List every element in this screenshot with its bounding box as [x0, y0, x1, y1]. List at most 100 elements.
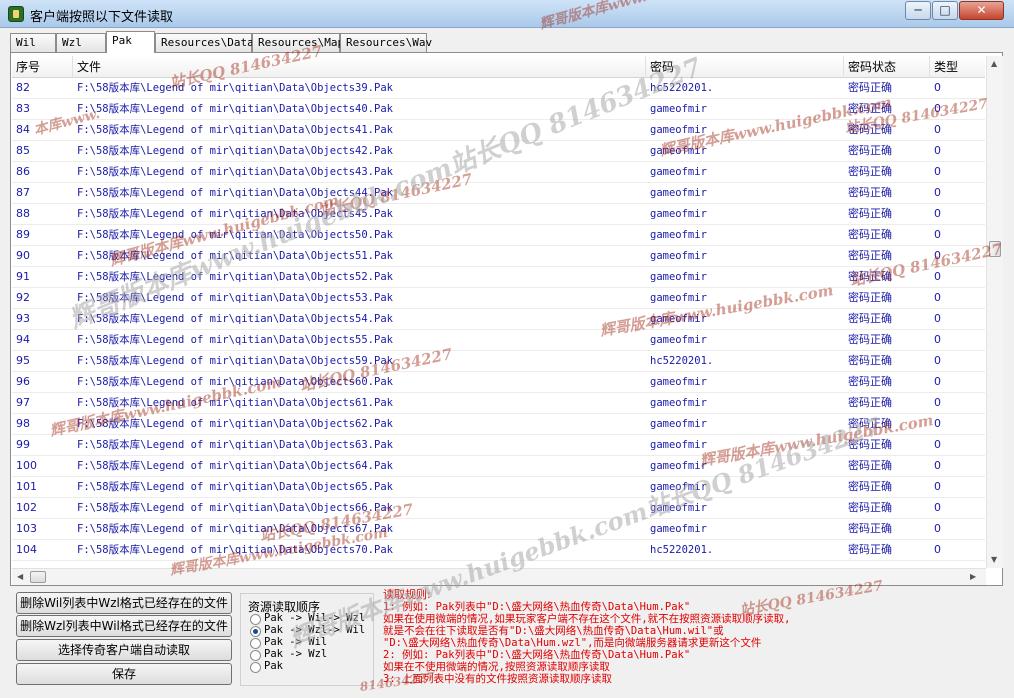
column-header-file[interactable]: 文件 — [73, 56, 646, 78]
table-row[interactable]: 83 F:\58版本库\Legend of mir\qitian\Data\Obj… — [12, 99, 985, 120]
cell-file: F:\58版本库\Legend of mir\qitian\Data\Objec… — [77, 124, 393, 136]
cell-password: gameofmir — [650, 229, 707, 241]
scroll-left-arrow-icon[interactable]: ◀ — [17, 573, 23, 581]
tab-resources-wav[interactable]: Resources\Wav — [340, 33, 432, 52]
table-row[interactable]: 97 F:\58版本库\Legend of mir\qitian\Data\Obj… — [12, 393, 985, 414]
radio-button[interactable] — [250, 662, 261, 673]
table-row[interactable]: 102 F:\58版本库\Legend of mir\qitian\Data\Ob… — [12, 498, 985, 519]
cell-index: 87 — [16, 186, 30, 199]
column-header-index[interactable]: 序号 — [12, 56, 73, 78]
cell-index: 95 — [16, 354, 30, 367]
table-row[interactable]: 85 F:\58版本库\Legend of mir\qitian\Data\Obj… — [12, 141, 985, 162]
table-row[interactable]: 101 F:\58版本库\Legend of mir\qitian\Data\Ob… — [12, 477, 985, 498]
rule-line: "D:\盛大网络\热血传奇\Data\Hum.wzl",而是向微端服务器请求更新… — [383, 637, 762, 649]
cell-password-status: 密码正确 — [848, 102, 892, 115]
cell-type: 0 — [934, 333, 941, 346]
cell-file: F:\58版本库\Legend of mir\qitian\Data\Objec… — [77, 460, 393, 472]
table-row[interactable]: 94 F:\58版本库\Legend of mir\qitian\Data\Obj… — [12, 330, 985, 351]
tab-wil[interactable]: Wil — [10, 33, 56, 52]
column-header-type[interactable]: 类型 — [930, 56, 985, 78]
cell-file: F:\58版本库\Legend of mir\qitian\Data\Objec… — [77, 103, 393, 115]
table-row[interactable]: 104 F:\58版本库\Legend of mir\qitian\Data\Ob… — [12, 540, 985, 561]
table-row[interactable]: 93 F:\58版本库\Legend of mir\qitian\Data\Obj… — [12, 309, 985, 330]
pak-list-panel: 序号 文件 密码 密码状态 类型 82 F:\58版本库\Legend of mi… — [10, 52, 1003, 586]
radio-button[interactable] — [250, 626, 261, 637]
radio-button[interactable] — [250, 650, 261, 661]
table-row[interactable]: 100 F:\58版本库\Legend of mir\qitian\Data\Ob… — [12, 456, 985, 477]
delete-wil-duplicates-button[interactable]: 删除Wil列表中Wzl格式已经存在的文件 — [16, 592, 232, 614]
cell-file: F:\58版本库\Legend of mir\qitian\Data\Objec… — [77, 439, 393, 451]
minimize-button[interactable]: ─ — [905, 1, 931, 20]
cell-index: 88 — [16, 207, 30, 220]
column-header-password-status[interactable]: 密码状态 — [844, 56, 930, 78]
window-title: 客户端按照以下文件读取 — [30, 10, 174, 25]
table-row[interactable]: 90 F:\58版本库\Legend of mir\qitian\Data\Obj… — [12, 246, 985, 267]
cell-file: F:\58版本库\Legend of mir\qitian\Data\Objec… — [77, 271, 393, 283]
cell-index: 101 — [16, 480, 37, 493]
vertical-scroll-thumb[interactable] — [989, 241, 1001, 257]
table-row[interactable]: 96 F:\58版本库\Legend of mir\qitian\Data\Obj… — [12, 372, 985, 393]
rule-line: 2: 例如: Pak列表中"D:\盛大网络\热血传奇\Data\Hum.Pak" — [383, 649, 691, 661]
cell-file: F:\58版本库\Legend of mir\qitian\Data\Objec… — [77, 523, 393, 535]
scroll-down-arrow-icon[interactable]: ▼ — [991, 556, 997, 564]
horizontal-scroll-thumb[interactable] — [30, 571, 46, 583]
table-row[interactable]: 82 F:\58版本库\Legend of mir\qitian\Data\Obj… — [12, 78, 985, 99]
cell-type: 0 — [934, 186, 941, 199]
read-order-option-label: Pak — [264, 660, 283, 672]
rule-line: 如果在使用微端的情况,如果玩家客户端不存在这个文件,就不在按照资源读取顺序读取, — [383, 613, 791, 625]
cell-index: 85 — [16, 144, 30, 157]
cell-password-status: 密码正确 — [848, 207, 892, 220]
auto-read-client-button[interactable]: 选择传奇客户端自动读取 — [16, 639, 232, 661]
tab-resources-data[interactable]: Resources\Data — [155, 33, 254, 52]
read-order-option-label: Pak -> Wil-> Wzl — [264, 612, 366, 624]
tab-wzl[interactable]: Wzl — [56, 33, 106, 52]
delete-wzl-duplicates-button[interactable]: 删除Wzl列表中Wil格式已经存在的文件 — [16, 615, 232, 637]
cell-password: gameofmir — [650, 187, 707, 199]
save-button[interactable]: 保存 — [16, 663, 232, 685]
cell-type: 0 — [934, 396, 941, 409]
cell-index: 104 — [16, 543, 37, 556]
cell-password: gameofmir — [650, 124, 707, 136]
cell-password-status: 密码正确 — [848, 144, 892, 157]
cell-password: hc5220201. — [650, 355, 714, 367]
horizontal-scrollbar[interactable]: ◀ ▶ — [12, 568, 986, 585]
radio-button[interactable] — [250, 614, 261, 625]
table-row[interactable]: 99 F:\58版本库\Legend of mir\qitian\Data\Obj… — [12, 435, 985, 456]
cell-type: 0 — [934, 438, 941, 451]
cell-type: 0 — [934, 270, 941, 283]
table-row[interactable]: 88 F:\58版本库\Legend of mir\qitian\Data\Obj… — [12, 204, 985, 225]
close-button[interactable]: ✕ — [959, 1, 1004, 20]
radio-button[interactable] — [250, 638, 261, 649]
scroll-right-arrow-icon[interactable]: ▶ — [970, 573, 976, 581]
tab-pak[interactable]: Pak — [106, 31, 155, 53]
cell-index: 102 — [16, 501, 37, 514]
scroll-up-arrow-icon[interactable]: ▲ — [991, 60, 997, 68]
table-row[interactable]: 87 F:\58版本库\Legend of mir\qitian\Data\Obj… — [12, 183, 985, 204]
table-row[interactable]: 92 F:\58版本库\Legend of mir\qitian\Data\Obj… — [12, 288, 985, 309]
cell-type: 0 — [934, 291, 941, 304]
table-row[interactable]: 86 F:\58版本库\Legend of mir\qitian\Data\Obj… — [12, 162, 985, 183]
cell-file: F:\58版本库\Legend of mir\qitian\Data\Objec… — [77, 166, 393, 178]
table-row[interactable]: 84 F:\58版本库\Legend of mir\qitian\Data\Obj… — [12, 120, 985, 141]
cell-password-status: 密码正确 — [848, 81, 892, 94]
vertical-scrollbar[interactable]: ▲ ▼ — [986, 56, 1003, 568]
table-row[interactable]: 91 F:\58版本库\Legend of mir\qitian\Data\Obj… — [12, 267, 985, 288]
cell-password: gameofmir — [650, 502, 707, 514]
cell-file: F:\58版本库\Legend of mir\qitian\Data\Objec… — [77, 82, 393, 94]
cell-password: gameofmir — [650, 460, 707, 472]
table-row[interactable]: 95 F:\58版本库\Legend of mir\qitian\Data\Obj… — [12, 351, 985, 372]
table-row[interactable]: 103 F:\58版本库\Legend of mir\qitian\Data\Ob… — [12, 519, 985, 540]
cell-password-status: 密码正确 — [848, 354, 892, 367]
table-row[interactable]: 89 F:\58版本库\Legend of mir\qitian\Data\Obj… — [12, 225, 985, 246]
maximize-button[interactable]: □ — [932, 1, 958, 20]
tab-resources-map[interactable]: Resources\Map — [252, 33, 344, 52]
cell-file: F:\58版本库\Legend of mir\qitian\Data\Objec… — [77, 502, 393, 514]
pak-file-list[interactable]: 序号 文件 密码 密码状态 类型 82 F:\58版本库\Legend of mi… — [12, 56, 985, 568]
app-icon — [8, 6, 24, 22]
cell-index: 83 — [16, 102, 30, 115]
column-header-password[interactable]: 密码 — [646, 56, 844, 78]
cell-index: 98 — [16, 417, 30, 430]
cell-index: 90 — [16, 249, 30, 262]
table-row[interactable]: 98 F:\58版本库\Legend of mir\qitian\Data\Obj… — [12, 414, 985, 435]
cell-type: 0 — [934, 480, 941, 493]
